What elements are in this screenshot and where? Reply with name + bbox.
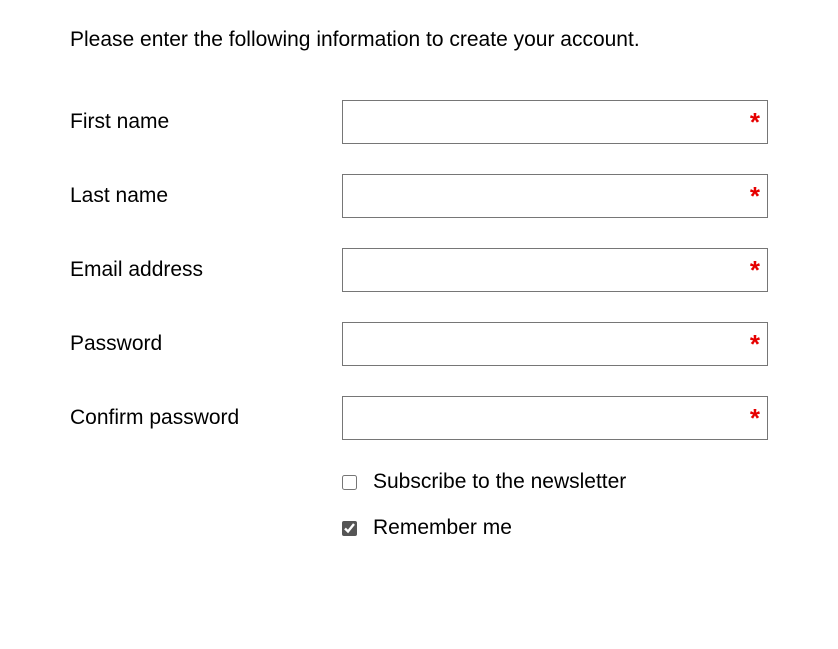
newsletter-checkbox[interactable] (342, 475, 357, 490)
input-wrapper-email: * (342, 248, 768, 292)
remember-checkbox[interactable] (342, 521, 357, 536)
password-field[interactable] (342, 322, 768, 366)
row-first-name: First name * (70, 100, 768, 144)
row-newsletter: Subscribe to the newsletter (70, 470, 768, 494)
first-name-field[interactable] (342, 100, 768, 144)
label-email: Email address (70, 258, 342, 282)
row-password: Password * (70, 322, 768, 366)
input-wrapper-password: * (342, 322, 768, 366)
row-last-name: Last name * (70, 174, 768, 218)
input-wrapper-confirm-password: * (342, 396, 768, 440)
label-confirm-password: Confirm password (70, 406, 342, 430)
confirm-password-field[interactable] (342, 396, 768, 440)
label-password: Password (70, 332, 342, 356)
row-email: Email address * (70, 248, 768, 292)
label-remember[interactable]: Remember me (373, 516, 512, 540)
row-confirm-password: Confirm password * (70, 396, 768, 440)
label-first-name: First name (70, 110, 342, 134)
input-wrapper-last-name: * (342, 174, 768, 218)
input-wrapper-first-name: * (342, 100, 768, 144)
last-name-field[interactable] (342, 174, 768, 218)
email-field[interactable] (342, 248, 768, 292)
label-last-name: Last name (70, 184, 342, 208)
row-remember: Remember me (70, 516, 768, 540)
intro-text: Please enter the following information t… (70, 28, 768, 52)
label-newsletter[interactable]: Subscribe to the newsletter (373, 470, 626, 494)
